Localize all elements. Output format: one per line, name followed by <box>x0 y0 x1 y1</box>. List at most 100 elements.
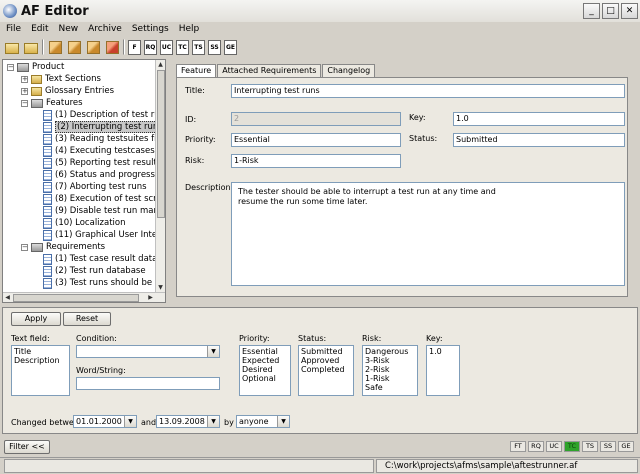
new-section-button[interactable]: SS <box>208 39 221 55</box>
reset-button[interactable]: Reset <box>63 312 111 326</box>
list-item[interactable]: Desired <box>242 365 288 374</box>
domain-ge[interactable]: GE <box>618 441 634 452</box>
new-testcase-button[interactable]: TC <box>176 39 189 55</box>
word-string-input[interactable] <box>76 377 220 390</box>
priority-list[interactable]: Essential Expected Desired Optional <box>239 345 291 396</box>
risk-list[interactable]: Dangerous 3-Risk 2-Risk 1-Risk Safe <box>362 345 418 396</box>
tree-item-document[interactable]: (1) Test case result data <box>43 253 157 265</box>
apply-button[interactable]: Apply <box>11 312 61 326</box>
tree-item-document[interactable]: (2) Test run database <box>43 265 146 277</box>
key-field[interactable]: 1.0 <box>453 112 625 126</box>
domain-uc[interactable]: UC <box>546 441 562 452</box>
list-item[interactable]: Dangerous <box>365 347 415 356</box>
chevron-down-icon[interactable]: ▼ <box>207 346 219 357</box>
menu-help[interactable]: Help <box>173 24 204 34</box>
tree-item-document[interactable]: (11) Graphical User Inter <box>43 229 157 241</box>
title-field[interactable]: Interrupting test runs <box>231 84 625 98</box>
maximize-button[interactable]: □ <box>602 3 619 19</box>
risk-field[interactable]: 1-Risk <box>231 154 401 168</box>
new-usecase-button[interactable]: UC <box>160 39 173 55</box>
menu-file[interactable]: File <box>0 24 25 34</box>
list-item[interactable]: 1-Risk <box>365 374 415 383</box>
tree-root[interactable]: − Product <box>7 61 64 73</box>
list-item[interactable]: Optional <box>242 374 288 383</box>
menu-edit[interactable]: Edit <box>25 24 52 34</box>
list-item[interactable]: Essential <box>242 347 288 356</box>
collapse-icon[interactable]: − <box>21 243 28 251</box>
priority-field[interactable]: Essential <box>231 133 401 147</box>
tree-item-document[interactable]: (3) Reading testsuites fro <box>43 133 157 145</box>
delete-button[interactable] <box>104 39 120 55</box>
new-feature-button[interactable]: F <box>128 39 141 55</box>
scroll-left-icon[interactable]: ◀ <box>3 293 12 302</box>
chevron-down-icon[interactable]: ▼ <box>277 416 289 427</box>
by-user-select[interactable]: anyone ▼ <box>236 415 290 428</box>
status-field[interactable]: Submitted <box>453 133 625 147</box>
menu-new[interactable]: New <box>53 24 83 34</box>
list-item[interactable]: 3-Risk <box>365 356 415 365</box>
tree-item-group[interactable]: − Features <box>21 97 83 109</box>
date-to-select[interactable]: 13.09.2008 ▼ <box>156 415 220 428</box>
tree-item-group[interactable]: + Text Sections <box>21 73 101 85</box>
scroll-down-icon[interactable]: ▼ <box>156 283 165 292</box>
list-item[interactable]: Expected <box>242 356 288 365</box>
close-button[interactable]: ✕ <box>621 3 638 19</box>
collapse-icon[interactable]: − <box>7 63 14 71</box>
new-requirement-button[interactable]: RQ <box>144 39 157 55</box>
tree-item-document[interactable]: (4) Executing testcases <box>43 145 155 157</box>
tree-item-document[interactable]: (10) Localization <box>43 217 126 229</box>
condition-select[interactable]: ▼ <box>76 345 220 358</box>
domain-rq[interactable]: RQ <box>528 441 544 452</box>
tag-button[interactable] <box>85 39 101 55</box>
tree-item-document[interactable]: (5) Reporting test results <box>43 157 157 169</box>
tree-item-document[interactable]: (3) Test runs should be c <box>43 277 157 289</box>
expand-icon[interactable]: + <box>21 87 28 95</box>
domain-ts[interactable]: TS <box>582 441 598 452</box>
domain-ft[interactable]: FT <box>510 441 526 452</box>
tree-item-group[interactable]: − Requirements <box>21 241 105 253</box>
tab-attached-requirements[interactable]: Attached Requirements <box>217 64 322 77</box>
filter-toggle-button[interactable]: Filter << <box>4 440 50 454</box>
scroll-right-icon[interactable]: ▶ <box>146 293 155 302</box>
tree-item-document[interactable]: (9) Disable test run manip <box>43 205 157 217</box>
tree-item-group[interactable]: + Glossary Entries <box>21 85 114 97</box>
tree-vertical-scrollbar[interactable]: ▲ ▼ <box>155 60 165 292</box>
open-file-button[interactable] <box>23 39 39 55</box>
expand-icon[interactable]: + <box>21 75 28 83</box>
chevron-down-icon[interactable]: ▼ <box>207 416 219 427</box>
list-item[interactable]: Approved <box>301 356 351 365</box>
collapse-icon[interactable]: − <box>21 99 28 107</box>
date-from-select[interactable]: 01.01.2000 ▼ <box>73 415 137 428</box>
edit-button[interactable] <box>47 39 63 55</box>
list-item[interactable]: Title <box>14 347 67 356</box>
tree-item-document[interactable]: (1) Description of test run <box>43 109 157 121</box>
scroll-thumb[interactable] <box>13 294 139 302</box>
tab-feature[interactable]: Feature <box>176 64 217 78</box>
domain-ss[interactable]: SS <box>600 441 616 452</box>
list-item[interactable]: 1.0 <box>429 347 457 356</box>
new-testsuite-button[interactable]: TS <box>192 39 205 55</box>
edit-all-button[interactable] <box>66 39 82 55</box>
tree-item-document[interactable]: (2) Interrupting test runs <box>43 121 157 133</box>
list-item[interactable]: Completed <box>301 365 351 374</box>
new-file-button[interactable] <box>4 39 20 55</box>
list-item[interactable]: Description <box>14 356 67 365</box>
menu-settings[interactable]: Settings <box>126 24 173 34</box>
scroll-up-icon[interactable]: ▲ <box>156 60 165 69</box>
minimize-button[interactable]: _ <box>583 3 600 19</box>
menu-archive[interactable]: Archive <box>82 24 126 34</box>
new-glossary-button[interactable]: GE <box>224 39 237 55</box>
tab-changelog[interactable]: Changelog <box>322 64 376 77</box>
domain-tc[interactable]: TC <box>564 441 580 452</box>
list-item[interactable]: 2-Risk <box>365 365 415 374</box>
chevron-down-icon[interactable]: ▼ <box>124 416 136 427</box>
list-item[interactable]: Submitted <box>301 347 351 356</box>
tree-item-document[interactable]: (8) Execution of test scrip <box>43 193 157 205</box>
tree-item-document[interactable]: (6) Status and progress o <box>43 169 157 181</box>
tree-item-document[interactable]: (7) Aborting test runs <box>43 181 147 193</box>
text-field-list[interactable]: Title Description <box>11 345 70 396</box>
key-list[interactable]: 1.0 <box>426 345 460 396</box>
description-field[interactable]: The tester should be able to interrupt a… <box>231 182 625 286</box>
status-list[interactable]: Submitted Approved Completed <box>298 345 354 396</box>
scroll-thumb[interactable] <box>157 70 165 218</box>
